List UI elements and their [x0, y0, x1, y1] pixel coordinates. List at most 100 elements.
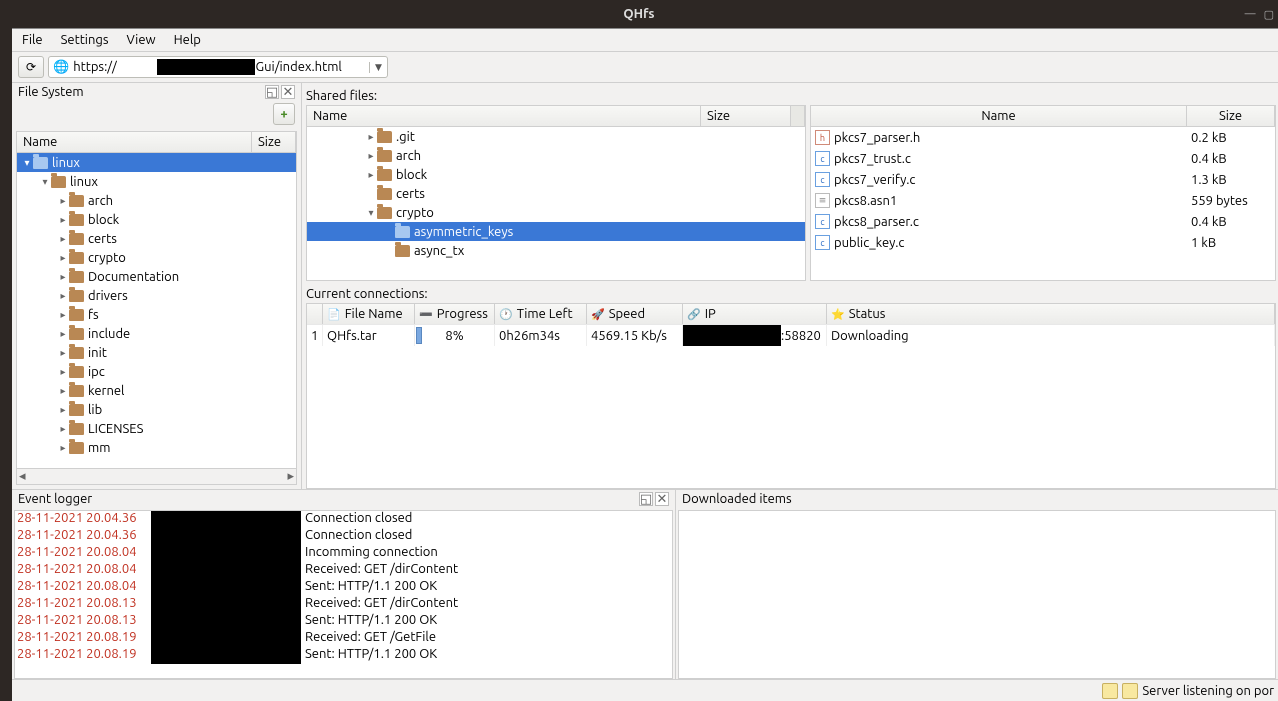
log-detach-button[interactable]: ◱ [639, 492, 653, 506]
fs-close-button[interactable]: ✕ [281, 85, 295, 99]
file-row[interactable]: cpkcs7_verify.c1.3 kB [811, 169, 1275, 190]
expand-icon[interactable]: ▸ [57, 233, 69, 245]
maximize-button[interactable]: ▢ [1264, 8, 1274, 21]
tree-row[interactable]: ▸.git [307, 127, 805, 146]
expand-icon[interactable]: ▸ [57, 442, 69, 454]
tree-row[interactable]: ▸kernel [17, 381, 296, 400]
expand-icon[interactable]: ▾ [39, 176, 51, 188]
expand-icon[interactable]: ▸ [57, 366, 69, 378]
tree-row[interactable]: ▸arch [17, 191, 296, 210]
tree-row[interactable]: ▸lib [17, 400, 296, 419]
menu-file[interactable]: File [22, 33, 43, 47]
tree-row[interactable]: ▸fs [17, 305, 296, 324]
clock-icon: 🕐 [499, 308, 513, 321]
fs-tree-body[interactable]: ▾linux▾linux▸arch▸block▸certs▸crypto▸Doc… [17, 153, 296, 468]
folder-icon [69, 366, 84, 378]
conn-col-fn[interactable]: 📄File Name [323, 304, 415, 324]
tree-row[interactable]: asymmetric_keys [307, 222, 805, 241]
conn-tl: 0h26m34s [495, 325, 587, 346]
expand-icon[interactable]: ▸ [57, 385, 69, 397]
conn-num: 1 [307, 325, 323, 346]
expand-icon[interactable]: ▸ [57, 214, 69, 226]
tree-row[interactable]: ▸crypto [17, 248, 296, 267]
tree-row[interactable]: async_tx [307, 241, 805, 260]
expand-icon[interactable]: ▸ [57, 290, 69, 302]
tree-row[interactable]: ▸arch [307, 146, 805, 165]
shared-vscroll[interactable] [791, 106, 805, 126]
file-row[interactable]: ≡pkcs8.asn1559 bytes [811, 190, 1275, 211]
fs-detach-button[interactable]: ◱ [265, 85, 279, 99]
minimize-button[interactable]: — [1245, 8, 1256, 21]
expand-icon[interactable]: ▸ [57, 309, 69, 321]
tree-row[interactable]: ▸ block [17, 210, 296, 229]
fs-hscroll[interactable]: ◂▸ [17, 468, 296, 484]
file-row[interactable]: hpkcs7_parser.h0.2 kB [811, 127, 1275, 148]
files-col-name[interactable]: Name [811, 106, 1187, 126]
expand-icon[interactable]: ▸ [57, 404, 69, 416]
menu-help[interactable]: Help [174, 33, 201, 47]
log-ip-redaction [151, 511, 301, 528]
url-dropdown[interactable]: ▼ [369, 62, 387, 73]
tree-label: block [88, 213, 119, 227]
expand-icon[interactable]: ▸ [365, 131, 377, 143]
tree-row[interactable]: ▸block [307, 165, 805, 184]
menu-settings[interactable]: Settings [61, 33, 109, 47]
conn-col-tl[interactable]: 🕐Time Left [495, 304, 587, 324]
log-close-button[interactable]: ✕ [655, 492, 669, 506]
expand-icon[interactable]: ▸ [57, 328, 69, 340]
shared-col-name[interactable]: Name [307, 106, 701, 126]
dl-box[interactable] [678, 510, 1276, 679]
tree-row[interactable]: ▸Documentation [17, 267, 296, 286]
log-timestamp: 28-11-2021 20.04.36 [15, 511, 151, 528]
tree-row[interactable]: ▸include [17, 324, 296, 343]
tree-row[interactable]: ▾linux [17, 153, 296, 172]
expand-icon[interactable]: ▸ [365, 169, 377, 181]
menu-view[interactable]: View [127, 33, 156, 47]
conn-col-spd[interactable]: 🚀Speed [587, 304, 683, 324]
url-box[interactable]: 🌐 ▼ [48, 56, 388, 78]
conn-col-num[interactable] [307, 304, 323, 324]
log-box[interactable]: 28-11-2021 20.04.36Connection closed28-1… [14, 510, 673, 679]
tree-row[interactable]: ▸mm [17, 438, 296, 457]
expand-icon[interactable]: ▸ [365, 150, 377, 162]
expand-icon[interactable]: ▸ [57, 271, 69, 283]
refresh-button[interactable]: ⟳ [18, 56, 44, 78]
shared-tree-body[interactable]: ▸.git▸arch▸blockcerts▾cryptoasymmetric_k… [307, 127, 805, 280]
main-area: File System ◱ ✕ + Name Size ▾linux▾linux… [12, 83, 1278, 489]
log-timestamp: 28-11-2021 20.08.04 [15, 545, 151, 562]
fs-col-name[interactable]: Name [17, 132, 252, 152]
desktop-strip [0, 28, 12, 701]
expand-icon[interactable]: ▸ [57, 347, 69, 359]
folder-icon [377, 207, 392, 219]
tree-label: certs [88, 232, 117, 246]
conn-st: Downloading [827, 325, 1275, 346]
expand-icon[interactable]: ▾ [21, 157, 33, 169]
shared-col-size[interactable]: Size [701, 106, 791, 126]
file-list-body[interactable]: hpkcs7_parser.h0.2 kBcpkcs7_trust.c0.4 k… [811, 127, 1275, 280]
expand-icon[interactable]: ▾ [365, 207, 377, 219]
tree-row[interactable]: ▸ certs [17, 229, 296, 248]
folder-icon [377, 188, 392, 200]
tree-row[interactable]: ▾linux [17, 172, 296, 191]
tree-row[interactable]: certs [307, 184, 805, 203]
expand-icon[interactable]: ▸ [57, 423, 69, 435]
expand-icon[interactable]: ▸ [57, 195, 69, 207]
file-row[interactable]: cpkcs8_parser.c0.4 kB [811, 211, 1275, 232]
tree-row[interactable]: ▾crypto [307, 203, 805, 222]
conn-col-prog[interactable]: ➖Progress [415, 304, 495, 324]
expand-icon[interactable]: ▸ [57, 252, 69, 264]
tree-row[interactable]: ▸ipc [17, 362, 296, 381]
file-row[interactable]: cpublic_key.c1 kB [811, 232, 1275, 253]
file-row[interactable]: cpkcs7_trust.c0.4 kB [811, 148, 1275, 169]
tree-row[interactable]: ▸drivers [17, 286, 296, 305]
fs-col-size[interactable]: Size [252, 132, 296, 152]
add-button[interactable]: + [273, 103, 295, 125]
tree-row[interactable]: ▸LICENSES [17, 419, 296, 438]
conn-row[interactable]: 1 QHfs.tar 8% 0h26m34s 4569.15 Kb/s :588… [307, 324, 1275, 346]
conn-col-ip[interactable]: 🔗IP [683, 304, 827, 324]
log-panel: Event logger ◱ ✕ 28-11-2021 20.04.36Conn… [12, 490, 676, 679]
conn-col-st[interactable]: ⭐Status [827, 304, 1275, 324]
tree-row[interactable]: ▸init [17, 343, 296, 362]
files-col-size[interactable]: Size [1187, 106, 1275, 126]
folder-icon [69, 290, 84, 302]
